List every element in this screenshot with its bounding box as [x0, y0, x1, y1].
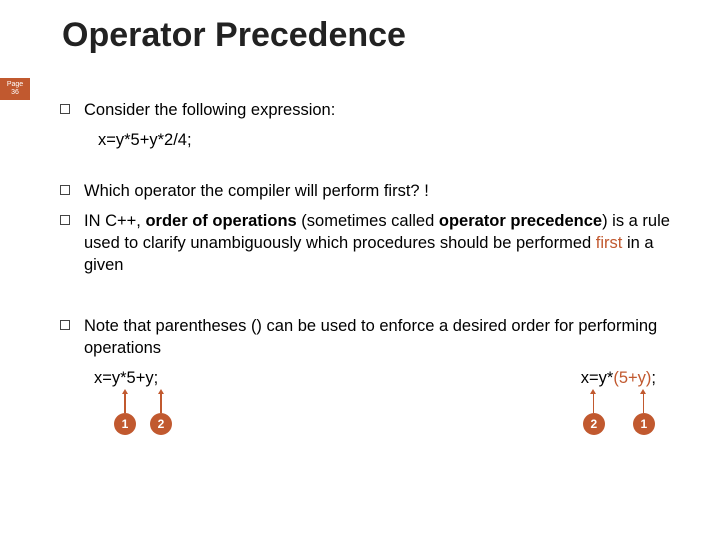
slide-title: Operator Precedence — [0, 0, 720, 69]
bullet-box-icon — [60, 320, 70, 330]
bullet-4-text: Note that parentheses () can be used to … — [84, 315, 680, 360]
page-badge: Page 36 — [0, 78, 30, 100]
example-left: x=y*5+y; 1 2 — [94, 367, 172, 435]
bullet-2: Which operator the compiler will perform… — [60, 180, 680, 202]
example-right-expr: x=y*(5+y); — [581, 367, 656, 389]
bullet-box-icon — [60, 185, 70, 195]
arrow-icon — [124, 393, 126, 413]
step-circle-1: 1 — [114, 413, 136, 435]
bullet-1-text: Consider the following expression: — [84, 99, 680, 121]
step-circle-2: 2 — [150, 413, 172, 435]
arrow-icon — [160, 393, 162, 413]
page-label: Page — [7, 81, 23, 89]
bullet-3: IN C++, order of operations (sometimes c… — [60, 210, 680, 277]
bullet-box-icon — [60, 104, 70, 114]
page-number: 36 — [11, 89, 19, 97]
content-area: Consider the following expression: x=y*5… — [0, 69, 720, 435]
example-left-expr: x=y*5+y; — [94, 367, 172, 389]
bullet-1: Consider the following expression: — [60, 99, 680, 121]
bullet-4: Note that parentheses () can be used to … — [60, 315, 680, 360]
examples-row: x=y*5+y; 1 2 x=y*(5+y); 2 — [60, 367, 680, 435]
step-circle-2: 2 — [583, 413, 605, 435]
step-circle-1: 1 — [633, 413, 655, 435]
right-circles: 2 1 — [583, 413, 656, 435]
expression-1: x=y*5+y*2/4; — [60, 129, 680, 151]
bullet-box-icon — [60, 215, 70, 225]
left-circles: 1 2 — [114, 413, 172, 435]
arrow-icon — [643, 393, 645, 413]
example-right: x=y*(5+y); 2 1 — [581, 367, 656, 435]
arrow-icon — [593, 393, 595, 413]
bullet-3-text: IN C++, order of operations (sometimes c… — [84, 210, 680, 277]
bullet-2-text: Which operator the compiler will perform… — [84, 180, 680, 202]
